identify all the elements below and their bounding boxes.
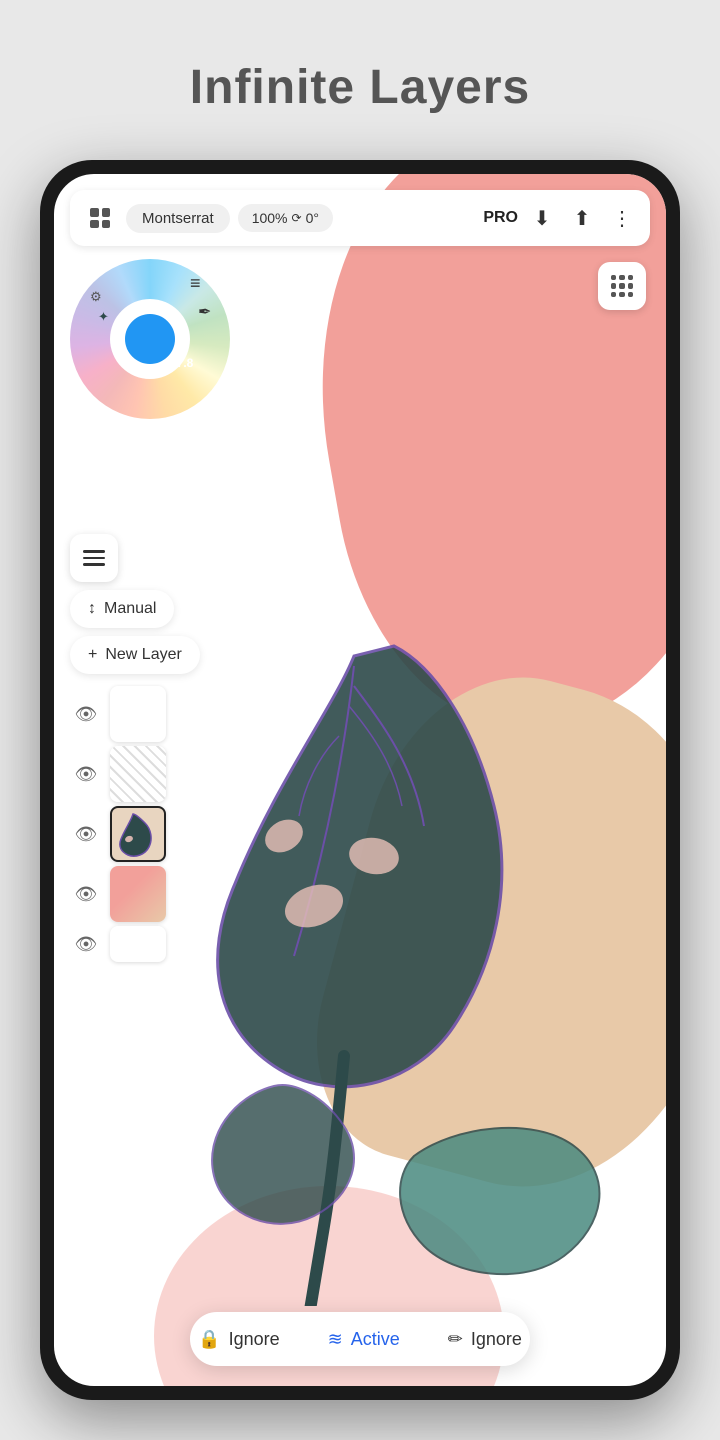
phone-screen: Montserrat 100% ⟳ 0° PRO ⬇ ⬆ ⋮ ≡ ✒ xyxy=(54,174,666,1386)
more-menu-button[interactable]: ⋮ xyxy=(606,202,638,234)
pro-badge[interactable]: PRO xyxy=(483,209,518,227)
hamburger-icon xyxy=(83,550,105,566)
layer-visibility-toggle[interactable]: 👁 xyxy=(70,818,102,850)
layer-panel: ↕ Manual + New Layer 👁 xyxy=(70,534,250,962)
grid-menu-icon[interactable] xyxy=(82,200,118,236)
manual-label: Manual xyxy=(104,600,156,618)
eye-icon: 👁 xyxy=(75,884,98,905)
bottom-ignore-left-label: Ignore xyxy=(229,1329,280,1350)
svg-text:≡: ≡ xyxy=(190,273,201,293)
layer-thumbnail-active[interactable] xyxy=(110,806,166,862)
eye-icon: 👁 xyxy=(75,824,98,845)
bottom-ignore-left[interactable]: 🔒 Ignore xyxy=(198,1329,279,1350)
color-wheel[interactable]: ≡ ✒ ⚙ ✦ 87.8 xyxy=(70,259,230,419)
page-title: Infinite Layers xyxy=(0,0,720,145)
new-layer-label: New Layer xyxy=(105,646,181,664)
right-grid-button[interactable] xyxy=(598,262,646,310)
plus-icon: + xyxy=(88,646,97,664)
eye-icon: 👁 xyxy=(75,934,98,955)
layer-item: 👁 xyxy=(70,866,250,922)
layers-icon: ≋ xyxy=(328,1329,343,1350)
bottom-active[interactable]: ≋ Active xyxy=(328,1329,400,1350)
layer-thumbnail[interactable] xyxy=(110,866,166,922)
zoom-label: 100% xyxy=(252,210,288,226)
font-selector[interactable]: Montserrat xyxy=(126,204,230,233)
lock-icon: 🔒 xyxy=(198,1329,220,1350)
eye-icon: 👁 xyxy=(75,704,98,725)
angle-label: 0° xyxy=(306,210,319,226)
layer-thumbnail[interactable] xyxy=(110,746,166,802)
phone-frame: Montserrat 100% ⟳ 0° PRO ⬇ ⬆ ⋮ ≡ ✒ xyxy=(40,160,680,1400)
layer-visibility-toggle[interactable]: 👁 xyxy=(70,928,102,960)
wheel-icons: ≡ ✒ ⚙ ✦ 87.8 xyxy=(70,259,230,419)
layer-item: 👁 xyxy=(70,686,250,742)
layer-visibility-toggle[interactable]: 👁 xyxy=(70,698,102,730)
sort-icon: ↕ xyxy=(88,600,96,618)
layer-visibility-toggle[interactable]: 👁 xyxy=(70,878,102,910)
layer-thumbnail[interactable] xyxy=(110,686,166,742)
bottom-ignore-right[interactable]: ✏ Ignore xyxy=(448,1329,522,1350)
svg-text:⚙: ⚙ xyxy=(90,289,102,304)
svg-text:✦: ✦ xyxy=(98,309,109,324)
layer-thumbnail[interactable] xyxy=(110,926,166,962)
new-layer-button[interactable]: + New Layer xyxy=(70,636,200,674)
bottom-toolbar: 🔒 Ignore ≋ Active ✏ Ignore xyxy=(190,1312,530,1366)
upload-button[interactable]: ⬆ xyxy=(566,202,598,234)
layer-item: 👁 xyxy=(70,746,250,802)
zoom-control[interactable]: 100% ⟳ 0° xyxy=(238,204,333,232)
download-button[interactable]: ⬇ xyxy=(526,202,558,234)
pencil-icon: ✏ xyxy=(448,1329,463,1350)
layer-preview-svg xyxy=(113,809,163,859)
eye-icon: 👁 xyxy=(75,764,98,785)
manual-sort-button[interactable]: ↕ Manual xyxy=(70,590,174,628)
layer-item: 👁 xyxy=(70,806,250,862)
toolbar: Montserrat 100% ⟳ 0° PRO ⬇ ⬆ ⋮ xyxy=(70,190,650,246)
bottom-ignore-right-label: Ignore xyxy=(471,1329,522,1350)
layer-list: 👁 👁 👁 xyxy=(70,686,250,962)
layer-item: 👁 xyxy=(70,926,250,962)
angle-icon: ⟳ xyxy=(292,211,302,225)
svg-text:✒: ✒ xyxy=(198,304,211,321)
bottom-active-label: Active xyxy=(351,1329,400,1350)
svg-text:87.8: 87.8 xyxy=(170,356,194,370)
layer-menu-button[interactable] xyxy=(70,534,118,582)
layer-visibility-toggle[interactable]: 👁 xyxy=(70,758,102,790)
